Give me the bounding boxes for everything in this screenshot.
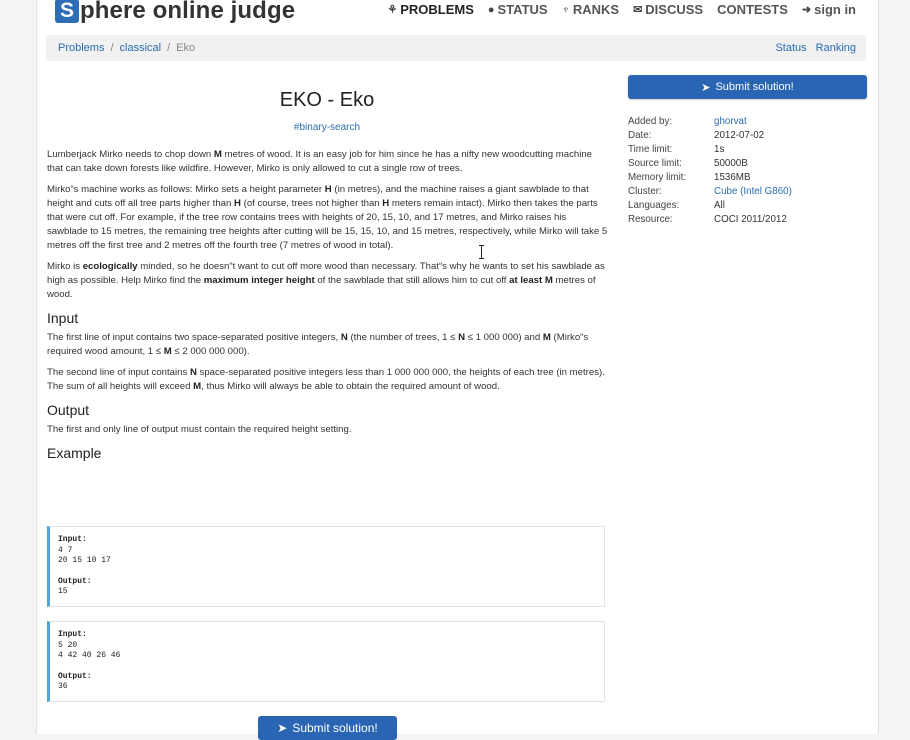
input-paragraph: The second line of input contains N spac… (47, 367, 605, 392)
breadcrumb-classical[interactable]: classical (120, 42, 162, 54)
nav-sign-in[interactable]: ➜ sign in (802, 2, 856, 17)
info-value: 1536MB (714, 172, 751, 183)
problem-statement: Lumberjack Mirko needs to chop down M me… (47, 148, 609, 466)
breadcrumb-separator: / (167, 42, 171, 54)
example-heading: Example (47, 445, 102, 461)
trophy-icon: ♆ (561, 3, 570, 16)
text-cursor (479, 245, 484, 259)
output-heading: Output (47, 402, 90, 418)
nav-label: CONTESTS (717, 2, 788, 17)
example-output: 15 (58, 587, 68, 596)
status-link[interactable]: Status (775, 42, 806, 54)
example-input: 5 20 4 42 40 26 46 (58, 640, 121, 661)
breadcrumb-separator: / (110, 42, 114, 54)
sitemap-icon: ⚘ (387, 4, 398, 16)
nav-ranks[interactable]: ♆ RANKS (562, 2, 619, 17)
sign-in-icon: ➜ (801, 4, 812, 16)
statement-paragraph: Mirko“s machine works as follows: Mirko … (47, 184, 608, 251)
comments-icon: ✉ (633, 4, 643, 16)
breadcrumb-current: Eko (176, 42, 196, 54)
example-output-label: Output: (58, 671, 92, 681)
example-input-label: Input: (58, 535, 87, 544)
statement-paragraph: Lumberjack Mirko needs to chop down M me… (47, 149, 593, 174)
example-output-label: Output: (58, 576, 92, 586)
paper-plane-icon: ➤ (277, 721, 288, 735)
author-link[interactable]: ghorvat (714, 115, 747, 129)
submit-solution-button[interactable]: ➤ Submit solution! (628, 75, 867, 99)
info-key: Resource: (628, 214, 673, 225)
circle-icon: ● (487, 3, 495, 16)
site-logo[interactable]: S phere online judge (55, 0, 295, 25)
nav-label: PROBLEMS (400, 2, 474, 17)
nav-contests[interactable]: CONTESTS (717, 2, 788, 17)
nav-problems[interactable]: ⚘ PROBLEMS (387, 2, 474, 17)
nav-label: STATUS (497, 2, 548, 17)
nav-status[interactable]: ● STATUS (488, 2, 548, 17)
info-value: 50000B (714, 158, 748, 169)
info-key: Source limit: (628, 158, 682, 169)
example-block: Input: 5 20 4 42 40 26 46 Output: 36 (47, 621, 605, 702)
problem-info: Added by: ghorvat Date: 2012-07-02 Time li… (628, 115, 792, 227)
info-key: Time limit: (628, 144, 673, 155)
info-value: 2012-07-02 (714, 130, 765, 141)
breadcrumb: Problems / classical / Eko Status Rankin… (46, 35, 866, 61)
input-paragraph: The first line of input contains two spa… (47, 332, 589, 357)
info-value: 1s (714, 144, 725, 155)
example-input-label: Input: (58, 630, 87, 639)
nav-discuss[interactable]: ✉ DISCUSS (633, 2, 703, 17)
input-heading: Input (47, 310, 79, 326)
problem-title: EKO - Eko (279, 89, 375, 111)
info-key: Languages: (628, 200, 680, 211)
paper-plane-icon: ➤ (701, 81, 711, 94)
info-value: All (714, 200, 725, 211)
info-key: Cluster: (628, 186, 662, 197)
problem-tag[interactable]: #binary-search (37, 122, 617, 133)
example-block: Input: 4 7 20 15 10 17 Output: 15 (47, 526, 605, 607)
top-nav: ⚘ PROBLEMS ● STATUS ♆ RANKS ✉ DISCUSS CO… (387, 2, 856, 17)
output-paragraph: The first and only line of output must c… (47, 424, 352, 435)
logo-mark: S (55, 0, 79, 23)
page-container: S phere online judge ⚘ PROBLEMS ● STATUS… (36, 0, 879, 740)
info-key: Added by: (628, 116, 673, 127)
nav-label: DISCUSS (645, 2, 704, 17)
cluster-link[interactable]: Cube (Intel G860) (714, 185, 792, 199)
example-input: 4 7 20 15 10 17 (58, 545, 111, 566)
breadcrumb-problems[interactable]: Problems (58, 42, 104, 54)
info-key: Date: (628, 130, 652, 141)
info-value: COCI 2011/2012 (714, 214, 787, 225)
statement-paragraph: Mirko is ecologically minded, so he does… (47, 261, 605, 300)
nav-label: RANKS (572, 2, 620, 17)
logo-text: phere online judge (80, 0, 296, 24)
ranking-link[interactable]: Ranking (816, 42, 856, 54)
submit-label: Submit solution! (715, 81, 794, 93)
submit-label: Submit solution! (292, 721, 378, 735)
submit-solution-button-bottom[interactable]: ➤ Submit solution! (258, 716, 397, 740)
nav-label: sign in (814, 2, 856, 17)
info-key: Memory limit: (628, 172, 687, 183)
example-output: 36 (58, 682, 68, 691)
